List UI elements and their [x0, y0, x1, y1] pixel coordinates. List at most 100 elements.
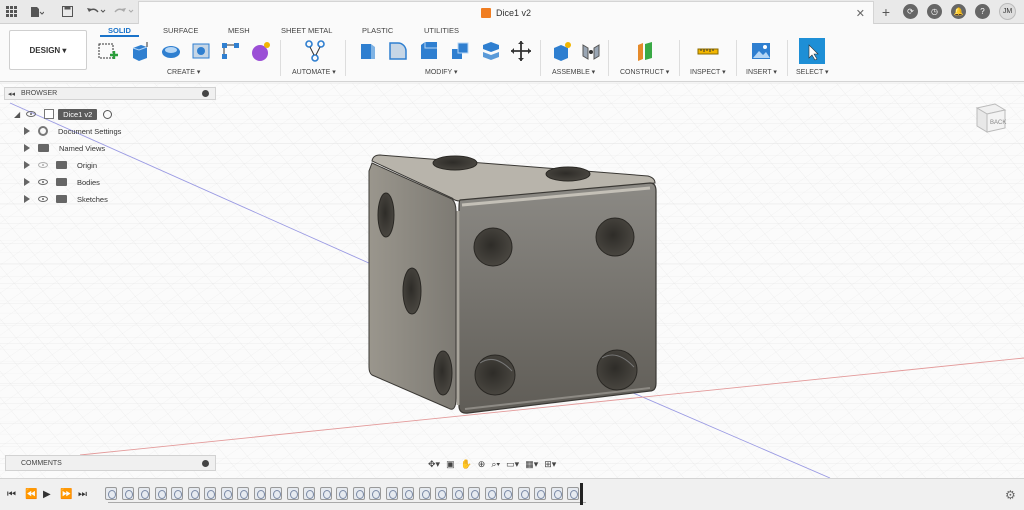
tree-item-bodies[interactable]: Bodies	[24, 175, 100, 189]
timeline-feature[interactable]	[501, 487, 513, 500]
comments-add-icon[interactable]	[202, 460, 209, 467]
redo-icon[interactable]	[112, 3, 136, 20]
modify-group-label[interactable]: MODIFY ▾	[425, 68, 458, 76]
expand-arrow-icon[interactable]	[24, 144, 30, 152]
create-group-label[interactable]: CREATE ▾	[167, 68, 200, 76]
assemble-group-label[interactable]: ASSEMBLE ▾	[552, 68, 595, 76]
tab-mesh[interactable]: MESH	[228, 25, 250, 37]
timeline-feature[interactable]	[303, 487, 315, 500]
user-avatar[interactable]: JM	[999, 3, 1016, 20]
tab-plastic[interactable]: PLASTIC	[362, 25, 393, 37]
save-icon[interactable]	[60, 3, 74, 20]
expand-arrow-icon[interactable]	[24, 178, 30, 186]
tab-surface[interactable]: SURFACE	[163, 25, 198, 37]
visibility-eye-icon[interactable]	[26, 111, 37, 117]
revolve-icon[interactable]	[160, 40, 182, 62]
automate-icon[interactable]	[304, 40, 326, 62]
timeline-sketch-feature[interactable]	[105, 487, 117, 500]
collapse-panel-icon[interactable]: ◂◂	[8, 90, 15, 98]
timeline-feature[interactable]	[484, 487, 497, 500]
split-body-icon[interactable]	[480, 40, 502, 62]
timeline-feature[interactable]	[369, 487, 381, 500]
timeline-feature[interactable]	[550, 487, 563, 500]
chamfer-icon[interactable]	[418, 40, 440, 62]
press-pull-icon[interactable]	[357, 40, 379, 62]
select-icon[interactable]	[799, 38, 825, 64]
timeline-feature[interactable]	[237, 487, 249, 500]
extensions-icon[interactable]: ⟳	[903, 4, 918, 19]
insert-image-icon[interactable]	[750, 40, 772, 62]
viewports-icon[interactable]: ⊞▾	[544, 459, 556, 470]
new-tab-icon[interactable]: +	[878, 3, 894, 20]
timeline-feature[interactable]	[220, 487, 233, 500]
timeline-feature[interactable]	[567, 487, 579, 500]
timeline-feature[interactable]	[435, 487, 447, 500]
tree-root[interactable]: ◢ Dice1 v2	[4, 107, 113, 121]
move-copy-icon[interactable]	[510, 40, 532, 62]
timeline-feature[interactable]	[402, 487, 414, 500]
inspect-group-label[interactable]: INSPECT ▾	[690, 68, 726, 76]
select-group-label[interactable]: SELECT ▾	[796, 68, 829, 76]
timeline-marker[interactable]	[580, 483, 583, 505]
tab-utilities[interactable]: UTILITIES	[424, 25, 459, 37]
timeline-feature[interactable]	[187, 487, 200, 500]
grid-settings-icon[interactable]: ▦▾	[525, 459, 538, 470]
visibility-eye-icon[interactable]	[38, 196, 48, 202]
file-menu-icon[interactable]	[28, 3, 46, 20]
orbit-icon[interactable]: ✥▾	[428, 459, 440, 470]
pattern-icon[interactable]	[220, 40, 242, 62]
canvas-viewport[interactable]: ◂◂ BROWSER ◢ Dice1 v2 Document Settings …	[0, 83, 1024, 478]
timeline-settings-gear-icon[interactable]: ⚙	[1005, 488, 1016, 502]
step-back-icon[interactable]: ⏪	[25, 489, 37, 500]
construct-group-label[interactable]: CONSTRUCT ▾	[620, 68, 669, 76]
timeline-feature[interactable]	[204, 487, 216, 500]
timeline-feature[interactable]	[385, 487, 398, 500]
fillet-icon[interactable]	[387, 40, 409, 62]
timeline-feature[interactable]	[253, 487, 266, 500]
tree-item-named-views[interactable]: Named Views	[24, 141, 105, 155]
timeline-feature[interactable]	[352, 487, 365, 500]
hole-icon[interactable]	[190, 40, 212, 62]
view-cube[interactable]: BACK	[973, 100, 1007, 134]
timeline-feature[interactable]	[171, 487, 183, 500]
look-at-icon[interactable]: ▣	[446, 459, 455, 470]
tree-item-sketches[interactable]: Sketches	[24, 192, 108, 206]
browser-panel-header[interactable]: ◂◂ BROWSER	[4, 87, 216, 100]
shell-icon[interactable]	[449, 40, 471, 62]
timeline-feature[interactable]	[270, 487, 282, 500]
timeline-feature[interactable]	[517, 487, 530, 500]
comments-panel[interactable]: COMMENTS	[5, 455, 216, 471]
timeline-feature[interactable]	[286, 487, 299, 500]
extrude-icon[interactable]	[129, 40, 151, 62]
document-tab[interactable]: Dice1 v2 ✕	[138, 1, 874, 24]
create-sketch-icon[interactable]	[97, 40, 119, 62]
tree-item-origin[interactable]: Origin	[24, 158, 97, 172]
timeline-feature[interactable]	[534, 487, 546, 500]
browser-options-icon[interactable]	[202, 90, 209, 97]
tab-sheet-metal[interactable]: SHEET METAL	[281, 25, 332, 37]
timeline-feature[interactable]	[336, 487, 348, 500]
workspace-switcher[interactable]: DESIGN ▾	[9, 30, 87, 70]
job-status-icon[interactable]: ◷	[927, 4, 942, 19]
timeline-feature[interactable]	[319, 487, 332, 500]
timeline-feature[interactable]	[154, 487, 167, 500]
go-to-end-icon[interactable]: ⏭	[78, 489, 87, 500]
root-name[interactable]: Dice1 v2	[58, 108, 98, 120]
app-grid-icon[interactable]	[4, 3, 18, 20]
visibility-eye-icon[interactable]	[38, 179, 48, 185]
new-component-icon[interactable]	[551, 40, 573, 62]
play-icon[interactable]: ▶	[43, 489, 51, 500]
create-form-icon[interactable]	[250, 40, 272, 62]
zoom-icon[interactable]: ⊕	[478, 459, 486, 470]
timeline-feature[interactable]	[451, 487, 464, 500]
notifications-icon[interactable]: 🔔	[951, 4, 966, 19]
expand-arrow-icon[interactable]	[24, 161, 30, 169]
timeline-feature[interactable]	[121, 487, 134, 500]
insert-group-label[interactable]: INSERT ▾	[746, 68, 777, 76]
measure-icon[interactable]	[697, 40, 719, 62]
pan-hand-icon[interactable]: ✋	[461, 459, 472, 470]
go-to-start-icon[interactable]: ⏮	[7, 489, 16, 500]
tab-solid[interactable]: SOLID	[100, 25, 139, 37]
help-icon[interactable]: ?	[975, 4, 990, 19]
tree-item-document-settings[interactable]: Document Settings	[24, 124, 121, 138]
